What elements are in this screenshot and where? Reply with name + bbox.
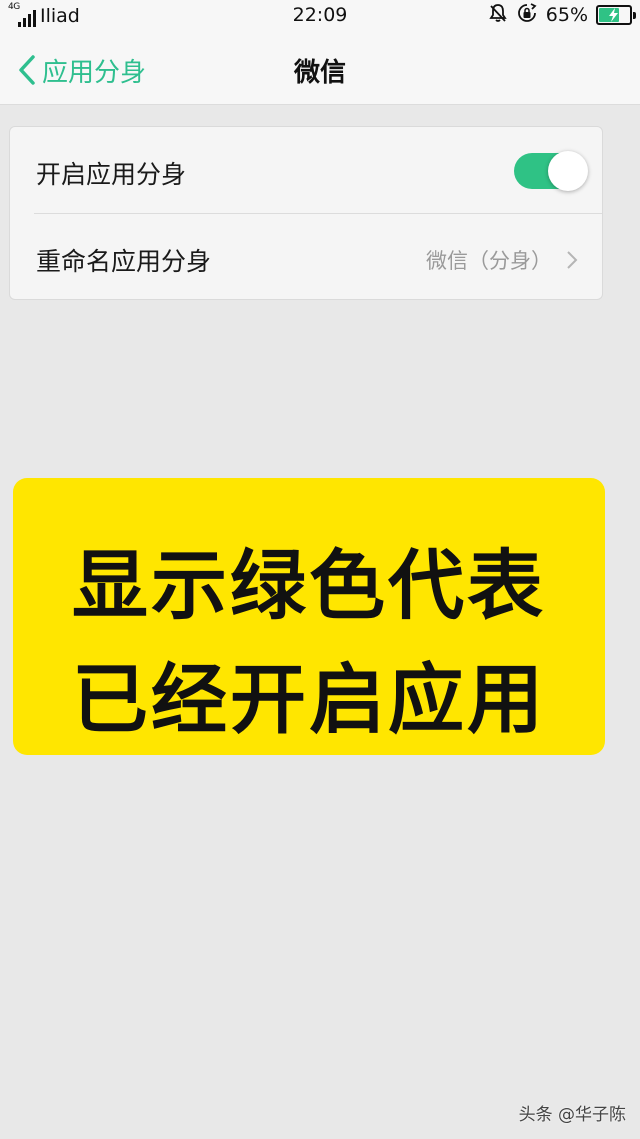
- annotation-box: 显示绿色代表 已经开启应用: [13, 478, 605, 755]
- toggle-knob: [548, 151, 588, 191]
- battery-percent: 65%: [545, 4, 588, 26]
- chevron-right-icon: [567, 251, 578, 269]
- nav-bar: 应用分身 微信: [0, 40, 640, 98]
- settings-card: 开启应用分身 重命名应用分身 微信（分身）: [9, 126, 603, 300]
- watermark: 头条 @华子陈: [518, 1105, 626, 1125]
- annotation-line-1: 显示绿色代表: [72, 541, 546, 630]
- header: 4G Iliad 22:09 65% 应用分身 微信: [0, 0, 640, 105]
- enable-clone-toggle[interactable]: [514, 151, 588, 191]
- status-right: 65%: [488, 2, 636, 29]
- rotation-lock-icon: [516, 2, 538, 29]
- rename-clone-row[interactable]: 重命名应用分身 微信（分身）: [10, 214, 602, 300]
- enable-clone-row[interactable]: 开启应用分身: [10, 127, 602, 213]
- rename-clone-value: 微信（分身）: [426, 249, 552, 273]
- status-bar: 4G Iliad 22:09 65%: [0, 0, 640, 32]
- enable-clone-label: 开启应用分身: [36, 160, 187, 189]
- annotation-line-2: 已经开启应用: [72, 655, 546, 744]
- page-title: 微信: [293, 58, 346, 88]
- mute-bell-icon: [488, 3, 508, 28]
- battery-icon: [596, 5, 636, 25]
- rename-clone-value-group: 微信（分身）: [426, 245, 578, 275]
- rename-clone-label: 重命名应用分身: [36, 247, 212, 276]
